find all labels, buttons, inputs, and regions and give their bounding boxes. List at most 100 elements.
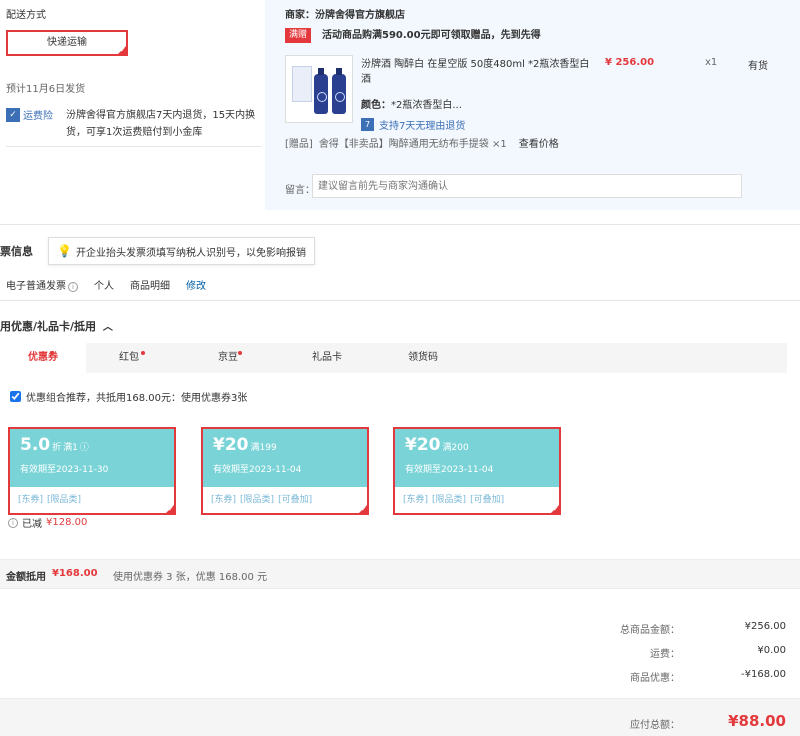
tab-label: 领货码	[408, 352, 438, 363]
combo-checkbox[interactable]	[10, 391, 21, 402]
final-total-band	[0, 698, 800, 736]
info-icon: ⓘ	[79, 443, 89, 453]
gift-item-line: [赠品] 舍得【非卖品】陶醉通用无纺布手提袋 ×1 查看价格	[285, 135, 559, 150]
color-value: *2瓶浓香型白...	[391, 100, 462, 111]
coupon-tag: [可叠加]	[470, 495, 505, 505]
product-price: ¥ 256.00	[605, 57, 655, 68]
gift-box-image	[292, 66, 312, 102]
tab-gift-card[interactable]: 礼品卡	[284, 343, 370, 373]
bottle-image	[314, 68, 328, 114]
coupon-card[interactable]: ¥20 满199 有效期至2023-11-04 [东券] [限品类] [可叠加]	[201, 427, 369, 515]
selected-check-icon	[549, 503, 561, 515]
coupon-face: ¥20 满200 有效期至2023-11-04	[395, 429, 559, 487]
promo-text: 活动商品购满590.00元即可领取赠品，先到先得	[322, 30, 541, 41]
bottle-image	[332, 68, 346, 114]
combo-recommend: 优惠组合推荐，共抵用168.00元：使用优惠券3张	[10, 389, 247, 404]
coupon-value: ¥20	[405, 435, 441, 455]
coupon-amount: 5.0 折满1 ⓘ	[20, 435, 164, 458]
shipping-insurance-badge: ✓ 运费险	[6, 107, 53, 122]
message-input[interactable]	[312, 174, 742, 198]
divider	[0, 300, 800, 301]
total-goods-label: 总商品金额：	[620, 625, 680, 636]
tab-label: 京豆	[218, 352, 238, 363]
invoice-type: 电子普通发票 i	[6, 277, 78, 292]
invoice-info-row: 电子普通发票 i 个人 商品明细 修改	[6, 277, 206, 292]
delivery-title: 配送方式	[6, 10, 46, 21]
coupon-face: ¥20 满199 有效期至2023-11-04	[203, 429, 367, 487]
discount-title-text: 用优惠/礼品卡/抵用	[0, 320, 97, 333]
product-stock-status: 有货	[748, 61, 768, 72]
coupon-tags: [东券] [限品类] [可叠加]	[395, 487, 559, 510]
coupon-value: 5.0	[20, 435, 51, 455]
coupon-tag: [限品类]	[47, 495, 82, 505]
coupon-tag: [限品类]	[432, 495, 467, 505]
info-icon: i	[8, 517, 18, 528]
invoice-type-text: 电子普通发票	[6, 281, 66, 292]
return-policy-text: 支持7天无理由退货	[379, 121, 466, 132]
product-name-link[interactable]: 汾牌酒 陶醉白 在星空版 50度480ml *2瓶浓香型白酒	[361, 57, 591, 87]
coupon-tag: [限品类]	[240, 495, 275, 505]
selected-check-icon	[164, 503, 176, 515]
coupon-card[interactable]: ¥20 满200 有效期至2023-11-04 [东券] [限品类] [可叠加]	[393, 427, 561, 515]
invoice-edit-link[interactable]: 修改	[186, 277, 206, 292]
invoice-title: 票信息	[0, 245, 33, 258]
lightbulb-icon: 💡	[57, 244, 72, 258]
coupon-amount: ¥20 满200	[405, 435, 549, 458]
divider	[0, 224, 800, 225]
coupon-condition: 满200	[442, 443, 469, 453]
coupon-amount: ¥20 满199	[213, 435, 357, 458]
new-dot-badge	[141, 351, 145, 355]
coupon-tags: [东券] [限品类]	[10, 487, 174, 510]
product-image[interactable]	[285, 55, 353, 123]
tab-label: 礼品卡	[312, 352, 342, 363]
return-7day-icon: 7	[361, 118, 374, 131]
divider	[6, 146, 261, 147]
coupon-value: ¥20	[213, 435, 249, 455]
tab-red-envelope[interactable]: 红包	[86, 343, 172, 373]
tab-label: 红包	[119, 352, 139, 363]
message-label: 留言：	[285, 185, 315, 196]
coupon-face: 5.0 折满1 ⓘ 有效期至2023-11-30	[10, 429, 174, 487]
shield-icon: ✓	[6, 107, 20, 122]
return-policy-badge: 7 支持7天无理由退货	[361, 117, 465, 132]
goods-discount-label: 商品优惠：	[630, 673, 680, 684]
invoice-tooltip: 💡 开企业抬头发票须填写纳税人识别号，以免影响报销	[48, 237, 315, 265]
total-goods-value: ¥256.00	[744, 621, 786, 632]
product-color: 颜色：*2瓶浓香型白...	[361, 96, 462, 111]
chevron-up-icon: ︿	[102, 322, 113, 333]
selected-check-icon	[357, 503, 369, 515]
tab-redeem-code[interactable]: 领货码	[380, 343, 466, 373]
info-icon[interactable]: i	[68, 282, 78, 292]
new-dot-badge	[50, 351, 54, 355]
goods-discount-value: -¥168.00	[741, 669, 786, 680]
amount-deduction-note: 使用优惠券 3 张，优惠 168.00 元	[113, 572, 268, 583]
tab-jingdou[interactable]: 京豆	[185, 343, 271, 373]
gift-text: 舍得【非卖品】陶醉通用无纺布手提袋 ×1	[318, 139, 507, 150]
invoice-detail: 商品明细	[130, 281, 170, 292]
tab-coupons[interactable]: 优惠券	[0, 343, 86, 373]
amount-deduction-value: ¥168.00	[52, 568, 98, 579]
amount-deduction-label: 金额抵用	[6, 572, 46, 583]
coupon-validity: 有效期至2023-11-04	[405, 465, 494, 475]
coupon-condition: 满1	[63, 443, 78, 453]
discount-section-title[interactable]: 用优惠/礼品卡/抵用 ︿	[0, 318, 113, 334]
product-quantity: x1	[705, 57, 718, 68]
coupon-validity: 有效期至2023-11-04	[213, 465, 302, 475]
reduced-label: 已减	[22, 519, 42, 530]
express-shipping-button[interactable]: 快递运输	[6, 30, 128, 56]
coupon-unit: 折	[52, 443, 62, 453]
check-price-link[interactable]: 查看价格	[519, 135, 559, 150]
selected-check-icon	[116, 44, 128, 56]
coupon-card[interactable]: 5.0 折满1 ⓘ 有效期至2023-11-30 [东券] [限品类]	[8, 427, 176, 515]
coupon-validity: 有效期至2023-11-30	[20, 465, 109, 475]
final-total-value: ¥88.00	[728, 712, 786, 730]
shop-name: 商家：汾牌舍得官方旗舰店	[285, 10, 405, 21]
reduced-amount: i 已减 ¥128.00	[8, 515, 87, 530]
invoice-tip-text: 开企业抬头发票须填写纳税人识别号，以免影响报销	[75, 247, 306, 259]
shipping-fee-value: ¥0.00	[757, 645, 786, 656]
insurance-description: 汾牌舍得官方旗舰店7天内退货，15天内换货，可享1次运费赔付到小金库	[66, 110, 256, 138]
insurance-badge-label: 运费险	[23, 111, 53, 122]
shipping-fee-label: 运费：	[650, 649, 680, 660]
final-total-label: 应付总额：	[630, 720, 680, 731]
reduced-value: ¥128.00	[46, 517, 88, 528]
